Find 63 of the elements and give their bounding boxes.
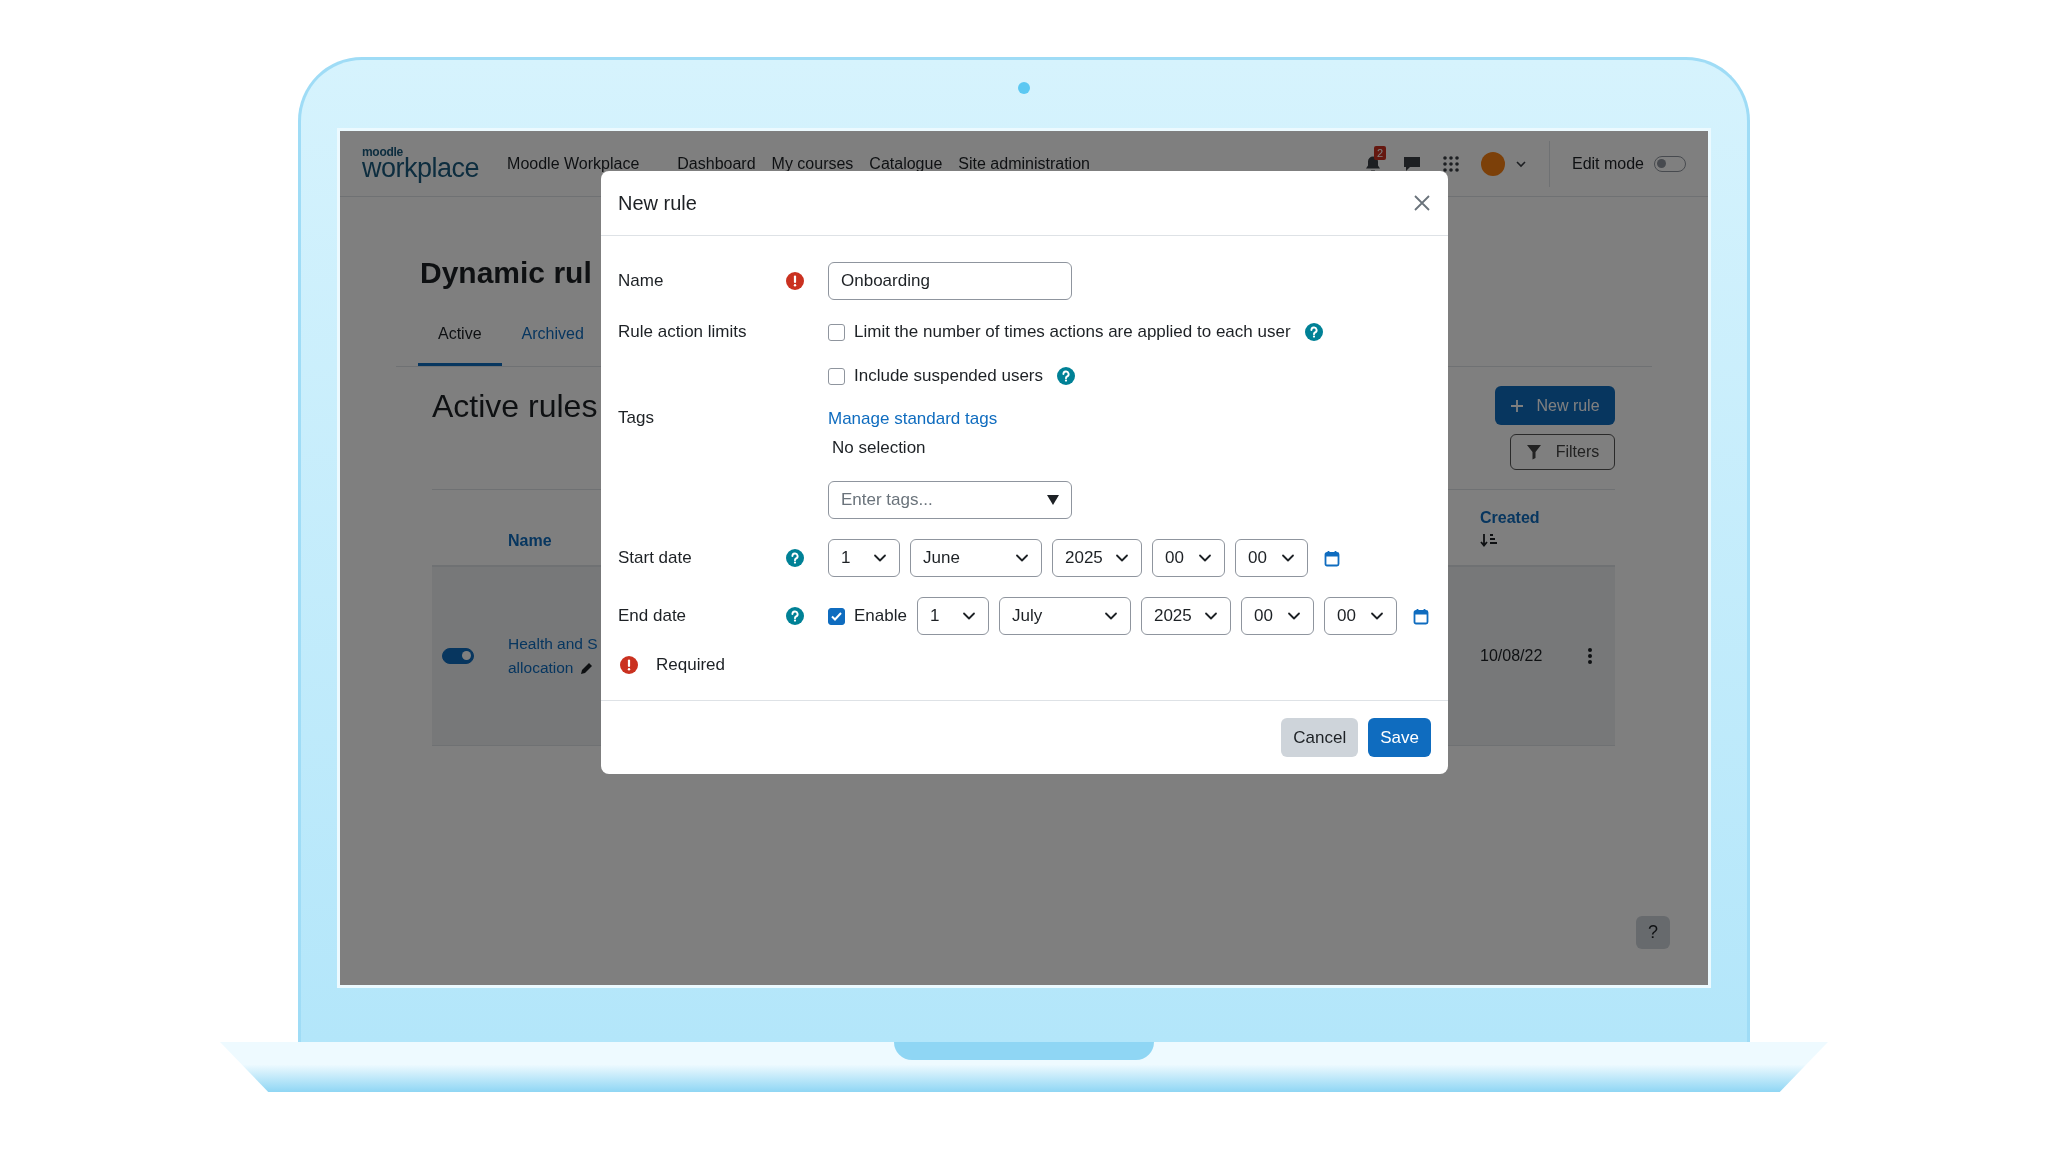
more-options-icon	[1587, 647, 1593, 665]
tags-input[interactable]: Enter tags...	[828, 481, 1072, 519]
checkbox-label: Limit the number of times actions are applied to each user	[854, 322, 1291, 342]
chat-icon	[1402, 155, 1421, 172]
dropdown-triangle-icon	[1047, 495, 1059, 505]
name-input[interactable]: Onboarding	[828, 262, 1072, 300]
rule-toggle[interactable]	[442, 648, 474, 664]
checkbox-label: Enable	[854, 606, 907, 626]
nav-link[interactable]: Site administration	[958, 154, 1090, 173]
year-dropdown[interactable]: 2025	[1140, 597, 1231, 635]
field-label: Tags	[618, 408, 655, 428]
app-grid-icon	[1442, 155, 1459, 172]
day-dropdown[interactable]: 1	[828, 539, 900, 577]
filters-button[interactable]: Filters	[1510, 434, 1615, 470]
pencil-icon	[579, 661, 594, 675]
checkbox[interactable]	[828, 367, 845, 385]
check-icon	[831, 611, 842, 621]
column-header[interactable]: Created	[1480, 508, 1587, 527]
month-dropdown[interactable]: July	[998, 597, 1131, 635]
plus-icon	[1510, 398, 1525, 413]
funnel-icon	[1525, 444, 1542, 460]
table-cell-text: 10/08/22	[1480, 647, 1544, 665]
field-label: Start date	[618, 548, 693, 568]
sort-descending-icon	[1480, 532, 1498, 547]
edit-mode-label: Edit mode	[1571, 154, 1644, 173]
nav-link[interactable]: Dashboard	[677, 154, 756, 173]
checkbox-label: Include suspended users	[854, 366, 1044, 386]
section-title: Active rules	[432, 387, 598, 426]
notification-badge: 2	[1373, 145, 1387, 160]
day-dropdown[interactable]: 1	[916, 597, 989, 635]
month-dropdown[interactable]: June	[910, 539, 1042, 577]
tab[interactable]: Archived	[501, 303, 604, 366]
user-avatar[interactable]	[1480, 151, 1505, 176]
required-icon	[620, 656, 638, 674]
nav-link[interactable]: Catalogue	[869, 154, 943, 173]
tags-selection-text: No selection	[831, 437, 926, 459]
year-dropdown[interactable]: 2025	[1052, 539, 1142, 577]
nav-link[interactable]: My courses	[771, 154, 854, 173]
hour-dropdown[interactable]: 00	[1152, 539, 1225, 577]
field-label: End date	[618, 606, 688, 626]
tab[interactable]: Active	[418, 303, 502, 366]
edit-mode-toggle[interactable]	[1654, 155, 1686, 172]
nav-link[interactable]: Moodle Workplace	[507, 154, 640, 173]
cancel-button[interactable]: Cancel	[1281, 718, 1359, 757]
modal-title: New rule	[618, 191, 697, 215]
field-label: Name	[618, 271, 665, 291]
rule-name-link[interactable]: allocation	[508, 656, 574, 680]
checkbox[interactable]	[828, 323, 845, 341]
help-button[interactable]: ?	[1636, 916, 1670, 949]
hour-dropdown[interactable]: 00	[1240, 597, 1314, 635]
close-icon[interactable]	[1413, 194, 1431, 212]
calendar-icon[interactable]	[1412, 607, 1429, 625]
minute-dropdown[interactable]: 00	[1235, 539, 1308, 577]
save-button[interactable]: Save	[1368, 718, 1431, 757]
minute-dropdown[interactable]: 00	[1323, 597, 1397, 635]
manage-tags-link[interactable]: Manage standard tags	[828, 408, 998, 430]
field-label: Rule action limits	[618, 322, 748, 342]
camera-dot	[1018, 82, 1030, 94]
checkbox[interactable]	[828, 607, 845, 625]
calendar-icon[interactable]	[1324, 549, 1340, 567]
required-note: Required	[656, 655, 725, 675]
new-rule-button[interactable]: New rule	[1495, 386, 1615, 425]
page-title: Dynamic rul	[420, 255, 592, 291]
